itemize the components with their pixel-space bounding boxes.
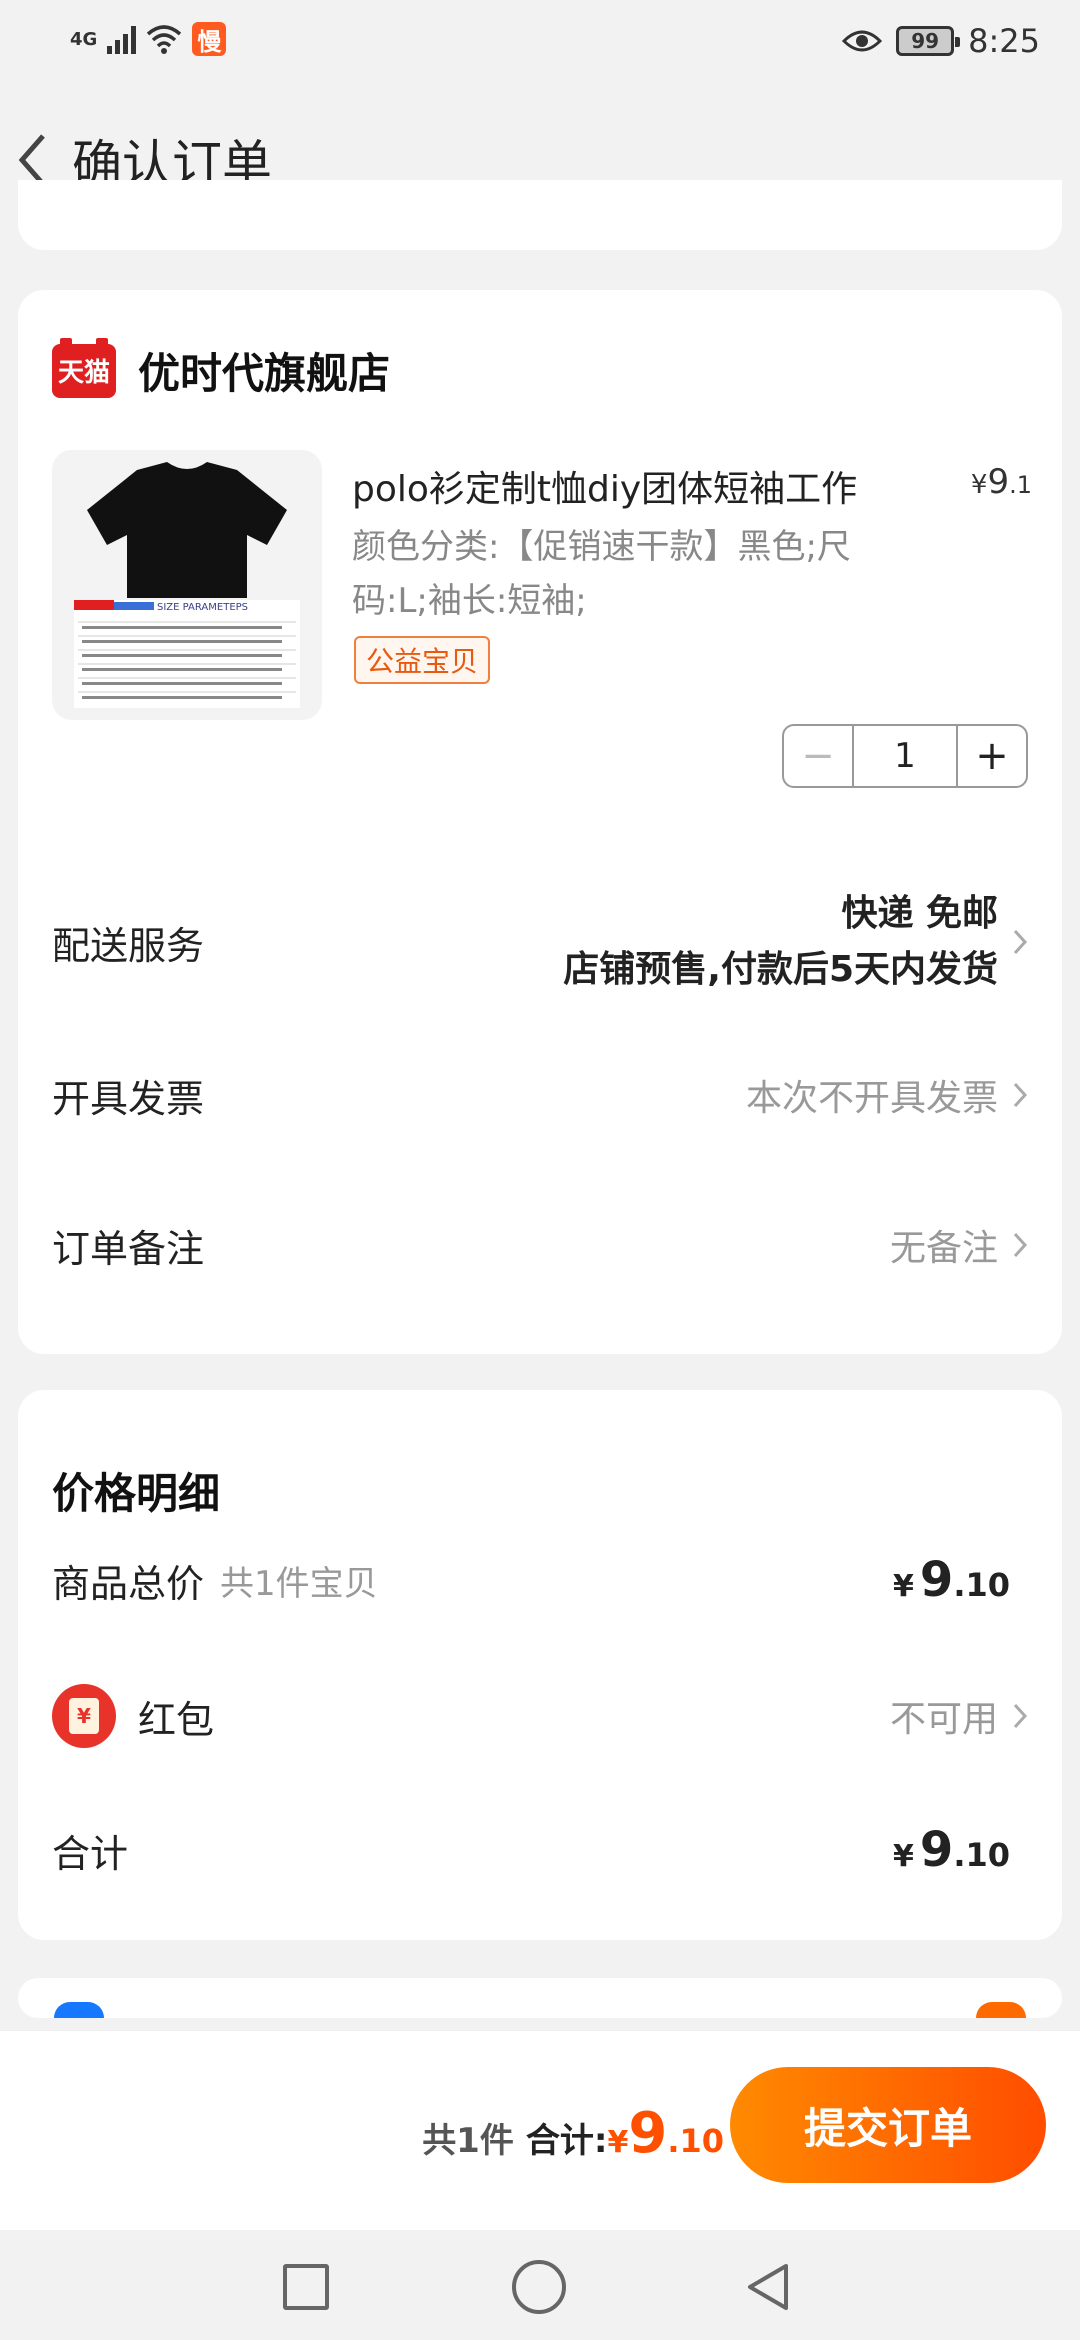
goods-total-amount: ¥9.10 bbox=[893, 1552, 1010, 1608]
item-count: 共1件 bbox=[422, 2121, 514, 2161]
sum-row: 合计 ¥9.10 bbox=[52, 1810, 1028, 1890]
chevron-right-icon bbox=[1013, 1082, 1028, 1108]
quantity-stepper: − 1 + bbox=[782, 724, 1028, 788]
checkout-bar: 共1件 合计: ¥9.10 提交订单 bbox=[0, 2030, 1080, 2230]
payment-card-partial bbox=[18, 1978, 1062, 2018]
hongbao-row[interactable]: ¥ 红包 不可用 bbox=[52, 1676, 1028, 1756]
sum-amount: ¥9.10 bbox=[893, 1822, 1010, 1878]
eye-icon bbox=[842, 30, 883, 52]
store-order-card: 天猫 优时代旗舰店 SIZE PARAMETEPS polo衫定制t恤diy团体… bbox=[18, 290, 1062, 1354]
invoice-label: 开具发票 bbox=[52, 1076, 205, 1121]
app-notification-icon: 慢 bbox=[192, 22, 227, 56]
back-triangle-icon[interactable] bbox=[742, 2260, 796, 2314]
hongbao-value: 不可用 bbox=[889, 1699, 998, 1740]
product-sku[interactable]: 颜色分类:【促销速干款】黑色;尺码:L;袖长:短袖; bbox=[352, 520, 872, 628]
goods-count: 共1件宝贝 bbox=[220, 1563, 378, 1604]
note-row[interactable]: 订单备注 无备注 bbox=[52, 1200, 1028, 1290]
status-bar: 4G 慢 99 8:25 bbox=[0, 0, 1080, 90]
total-label: 合计: bbox=[525, 2121, 608, 2161]
tmall-logo: 天猫 bbox=[52, 337, 116, 398]
chevron-right-icon bbox=[1013, 929, 1028, 955]
note-label: 订单备注 bbox=[52, 1226, 205, 1271]
delivery-row[interactable]: 配送服务 快递 免邮 店铺预售,付款后5天内发货 bbox=[52, 880, 1028, 1004]
note-value: 无备注 bbox=[889, 1228, 998, 1269]
system-nav-bar bbox=[0, 2230, 1080, 2340]
chevron-right-icon bbox=[1013, 1703, 1028, 1729]
invoice-value: 本次不开具发票 bbox=[745, 1078, 998, 1119]
price-detail-title: 价格明细 bbox=[52, 1469, 221, 1518]
address-card-tail bbox=[18, 180, 1062, 250]
goods-total-label: 商品总价 bbox=[52, 1561, 205, 1606]
goods-total-row: 商品总价 共1件宝贝 ¥9.10 bbox=[52, 1540, 1028, 1620]
network-type: 4G bbox=[70, 28, 98, 50]
signal-icon bbox=[107, 24, 137, 54]
hongbao-label: 红包 bbox=[138, 1697, 215, 1742]
chevron-right-icon bbox=[1013, 1232, 1028, 1258]
invoice-row[interactable]: 开具发票 本次不开具发票 bbox=[52, 1050, 1028, 1140]
submit-order-button[interactable]: 提交订单 bbox=[730, 2067, 1046, 2183]
price-detail-card: 价格明细 商品总价 共1件宝贝 ¥9.10 ¥ 红包 不可用 合计 ¥9.10 bbox=[18, 1390, 1062, 1940]
checkout-total: 共1件 合计: ¥9.10 bbox=[422, 2101, 724, 2166]
product-image[interactable]: SIZE PARAMETEPS bbox=[52, 450, 322, 720]
sum-label: 合计 bbox=[52, 1831, 129, 1876]
store-name[interactable]: 优时代旗舰店 bbox=[138, 340, 390, 401]
delivery-value: 快递 免邮 店铺预售,付款后5天内发货 bbox=[563, 893, 998, 990]
svg-text:SIZE PARAMETEPS: SIZE PARAMETEPS bbox=[157, 602, 248, 613]
charity-tag: 公益宝贝 bbox=[354, 636, 491, 684]
clock: 8:25 bbox=[968, 22, 1040, 60]
total-amount: ¥9.10 bbox=[607, 2101, 724, 2166]
delivery-label: 配送服务 bbox=[52, 923, 205, 968]
decrease-quantity-button[interactable]: − bbox=[784, 726, 854, 786]
wifi-icon bbox=[147, 25, 182, 54]
increase-quantity-button[interactable]: + bbox=[956, 726, 1026, 786]
recents-icon[interactable] bbox=[283, 2264, 329, 2310]
product-title[interactable]: polo衫定制t恤diy团体短袖工作 bbox=[352, 460, 932, 512]
battery-icon: 99 bbox=[896, 26, 961, 56]
home-icon[interactable] bbox=[512, 2260, 566, 2314]
red-envelope-icon: ¥ bbox=[52, 1684, 116, 1748]
product-price: ¥9.1 bbox=[970, 462, 1032, 502]
quantity-value[interactable]: 1 bbox=[854, 726, 956, 786]
